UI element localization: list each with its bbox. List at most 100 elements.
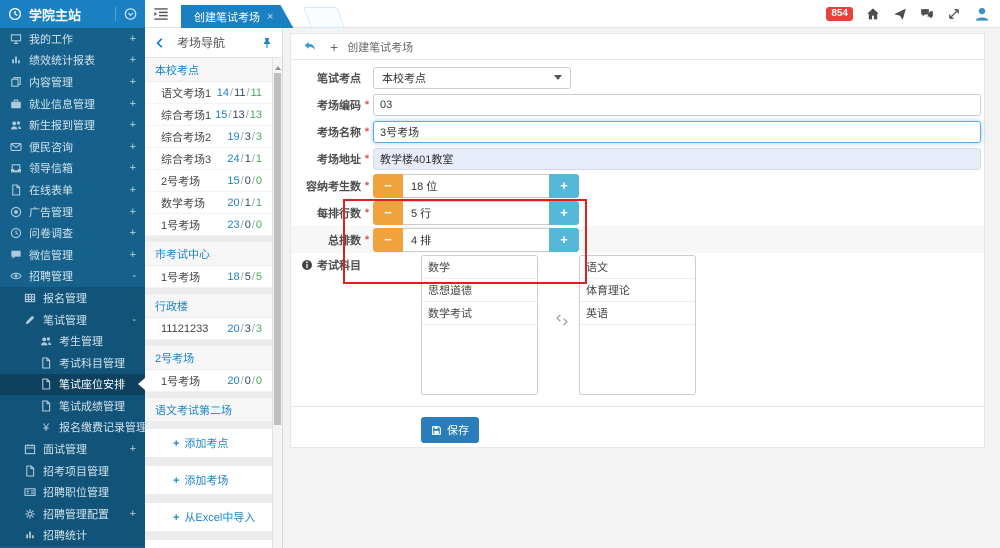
required-marker: * (361, 207, 373, 219)
sidebar-item[interactable]: 笔试管理- (0, 309, 145, 331)
scrollbar-thumb[interactable] (274, 73, 281, 425)
notification-badge[interactable]: 854 (826, 7, 853, 21)
venue-select[interactable]: 本校考点 (373, 67, 571, 89)
venue-group-header: 行政楼 (145, 294, 272, 318)
total-rows-input[interactable] (403, 228, 549, 252)
subject-option[interactable]: 体育理论 (580, 279, 695, 302)
expand-toggle-icon[interactable]: + (130, 98, 136, 110)
sidebar-item[interactable]: 内容管理+ (0, 71, 145, 93)
expand-toggle-icon[interactable]: - (132, 270, 136, 282)
nav-scrollbar[interactable] (272, 58, 282, 548)
expand-toggle-icon[interactable]: + (130, 162, 136, 174)
expand-toggle-icon[interactable]: + (130, 184, 136, 196)
comments-icon[interactable] (920, 7, 934, 21)
exam-room-item[interactable]: 语文考场114/11/11 (145, 82, 272, 104)
expand-toggle-icon[interactable]: + (130, 54, 136, 66)
sidebar-item[interactable]: ¥报名缴费记录管理 (0, 417, 145, 439)
subject-option[interactable]: 思想道德 (422, 279, 537, 302)
name-input[interactable] (373, 121, 981, 143)
capacity-label: 容纳考生数 (306, 178, 361, 194)
exam-room-item[interactable]: 综合考场324/1/1 (145, 148, 272, 170)
subject-option[interactable]: 英语 (580, 302, 695, 325)
nav-action[interactable]: +添加考点 (145, 428, 272, 458)
capacity-input[interactable] (403, 174, 549, 198)
subjects-available-list[interactable]: 数学思想道德数学考试 (421, 255, 538, 395)
sidebar-item-label: 微信管理 (29, 247, 73, 263)
sidebar-item[interactable]: 便民咨询+ (0, 136, 145, 158)
send-icon[interactable] (893, 7, 907, 21)
subject-option[interactable]: 语文 (580, 256, 695, 279)
subject-option[interactable]: 数学 (422, 256, 537, 279)
sidebar-item[interactable]: 招考项目管理 (0, 460, 145, 482)
subject-option[interactable]: 数学考试 (422, 302, 537, 325)
expand-toggle-icon[interactable]: + (130, 508, 136, 520)
rows-per-label: 每排行数 (317, 205, 361, 221)
save-button[interactable]: 保存 (421, 417, 479, 443)
expand-toggle-icon[interactable]: + (130, 33, 136, 45)
back-icon[interactable] (303, 40, 316, 53)
sidebar-item[interactable]: 招聘统计 (0, 525, 145, 547)
exam-room-item[interactable]: 综合考场219/3/3 (145, 126, 272, 148)
sidebar-item[interactable]: 绩效统计报表+ (0, 50, 145, 72)
total-rows-plus-button[interactable]: + (549, 228, 579, 252)
exam-room-item[interactable]: 1112123320/3/3 (145, 318, 272, 340)
exam-room-item[interactable]: 1号考场20/0/0 (145, 370, 272, 392)
exam-room-item[interactable]: 综合考场115/13/13 (145, 104, 272, 126)
home-icon[interactable] (866, 7, 880, 21)
scroll-up-arrow-icon[interactable] (275, 63, 281, 70)
tab-create-exam-room[interactable]: 创建笔试考场 × (181, 5, 293, 28)
sidebar-item[interactable]: 笔试成绩管理 (0, 395, 145, 417)
sidebar-item[interactable]: 广告管理+ (0, 201, 145, 223)
sidebar-item[interactable]: 在线表单+ (0, 179, 145, 201)
expand-toggle-icon[interactable]: + (130, 76, 136, 88)
expand-toggle-icon[interactable]: - (132, 314, 136, 326)
nav-action[interactable]: +从往期招考项目中导入 (145, 539, 272, 548)
expand-toggle-icon[interactable]: + (130, 249, 136, 261)
sidebar-item[interactable]: 招聘职位管理 (0, 481, 145, 503)
tab-close-icon[interactable]: × (267, 11, 273, 23)
expand-toggle-icon[interactable]: + (130, 206, 136, 218)
capacity-minus-button[interactable]: − (373, 174, 403, 198)
collapse-panel-icon[interactable] (154, 37, 166, 49)
idcard-icon (24, 486, 36, 498)
chevron-down-icon[interactable] (115, 7, 137, 21)
total-rows-minus-button[interactable]: − (373, 228, 403, 252)
exam-room-item[interactable]: 1号考场23/0/0 (145, 214, 272, 236)
rows-per-plus-button[interactable]: + (549, 201, 579, 225)
file-icon (10, 184, 22, 196)
nav-action[interactable]: +添加考场 (145, 465, 272, 495)
exam-room-item[interactable]: 1号考场18/5/5 (145, 266, 272, 288)
code-input[interactable] (373, 94, 981, 116)
sidebar-item[interactable]: 报名管理 (0, 287, 145, 309)
sidebar-toggle-icon[interactable] (153, 6, 169, 22)
sidebar-item[interactable]: 问卷调查+ (0, 222, 145, 244)
sidebar-item[interactable]: 招聘管理配置+ (0, 503, 145, 525)
brand[interactable]: 学院主站 (0, 0, 145, 28)
expand-toggle-icon[interactable]: + (130, 227, 136, 239)
sidebar-item[interactable]: 面试管理+ (0, 438, 145, 460)
address-input[interactable] (373, 148, 981, 170)
sidebar-item[interactable]: 考生管理 (0, 330, 145, 352)
exam-room-item[interactable]: 2号考场15/0/0 (145, 170, 272, 192)
sidebar-item[interactable]: 就业信息管理+ (0, 93, 145, 115)
sidebar-item[interactable]: 领导信箱+ (0, 158, 145, 180)
capacity-plus-button[interactable]: + (549, 174, 579, 198)
form-row-name: 考场名称* (291, 118, 984, 145)
exam-room-item[interactable]: 数学考场20/1/1 (145, 192, 272, 214)
rows-per-minus-button[interactable]: − (373, 201, 403, 225)
sidebar-item[interactable]: 微信管理 + (0, 244, 145, 266)
rows-per-input[interactable] (403, 201, 549, 225)
sidebar-item[interactable]: 考试科目管理 (0, 352, 145, 374)
subjects-selected-list[interactable]: 语文体育理论英语 (579, 255, 696, 395)
sidebar-item[interactable]: 新生报到管理+ (0, 114, 145, 136)
expand-toggle-icon[interactable]: + (130, 443, 136, 455)
expand-toggle-icon[interactable]: + (130, 119, 136, 131)
pin-icon[interactable] (261, 37, 273, 49)
expand-toggle-icon[interactable]: + (130, 141, 136, 153)
nav-action[interactable]: +从Excel中导入 (145, 502, 272, 532)
sidebar-item[interactable]: 我的工作+ (0, 28, 145, 50)
sidebar-item[interactable]: 招聘管理- (0, 266, 145, 288)
user-avatar[interactable] (974, 6, 990, 22)
sidebar-item[interactable]: 笔试座位安排 (0, 374, 145, 396)
expand-icon[interactable] (947, 7, 961, 21)
